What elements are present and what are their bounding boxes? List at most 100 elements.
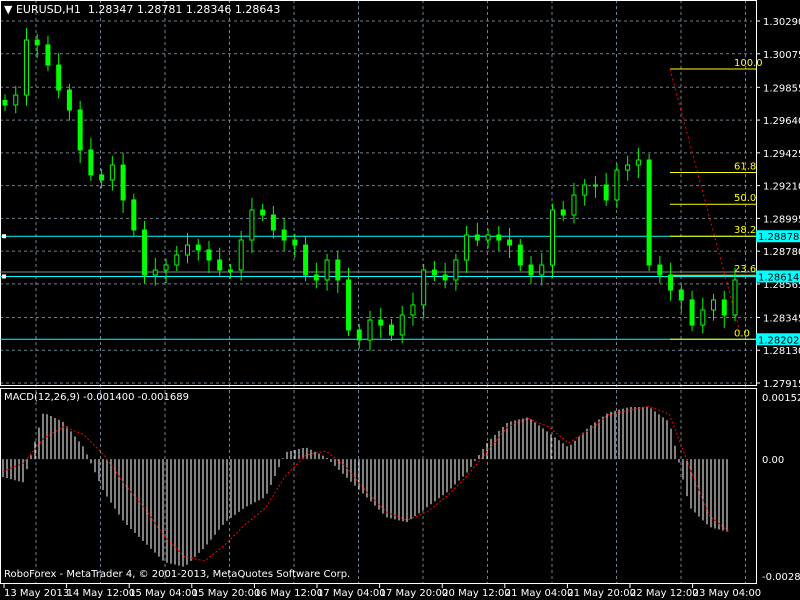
date-tick-label: 13 May 2013 <box>4 588 69 599</box>
candle-body <box>260 209 266 216</box>
price-tick-label: 1.30290 <box>763 17 800 28</box>
fibo-level-label: 23.6 <box>734 264 756 275</box>
price-line-label: 1.28614 <box>758 272 799 283</box>
candle-body <box>238 239 244 271</box>
price-tick-label: 1.28345 <box>763 313 800 324</box>
candle-body <box>507 239 513 246</box>
candle-body <box>592 184 598 187</box>
candle-body <box>356 329 362 341</box>
macd-title: MACD(12,26,9) -0.001400 -0.001689 <box>4 392 189 403</box>
candle-body <box>625 164 631 171</box>
candle-body <box>399 314 405 336</box>
candle-body <box>603 184 609 201</box>
candle-body <box>668 274 674 291</box>
fibo-level-label: 38.2 <box>734 225 756 236</box>
date-tick-label: 14 May 12:00 <box>67 588 136 599</box>
candle-body <box>163 264 169 271</box>
candle-body <box>410 304 416 316</box>
chart-canvas[interactable]: 1.30290 1.30075 1.29855 1.29640 1.29425 1.292… <box>0 0 800 600</box>
candle-body <box>711 299 717 311</box>
date-tick-label: 22 May 12:00 <box>630 588 699 599</box>
candle-body <box>34 39 40 46</box>
candle-body <box>120 164 126 201</box>
date-tick-label: 16 May 12:00 <box>254 588 323 599</box>
candle-body <box>431 269 437 276</box>
candle-body <box>550 209 555 266</box>
candle-body <box>195 244 201 251</box>
copyright-text: RoboForex - MetaTrader 4, © 2001-2013, M… <box>4 569 351 580</box>
candle-body <box>721 299 727 316</box>
candle-body <box>560 209 566 216</box>
candle-body <box>388 324 394 336</box>
symbol-label: EURUSD,H1 <box>15 3 81 16</box>
candle-body <box>131 199 137 231</box>
price-tick-label: 1.28995 <box>763 214 800 225</box>
price-tick-label: 1.28780 <box>763 247 800 258</box>
candle-body <box>378 319 384 326</box>
candle-body <box>281 229 287 241</box>
candle-body <box>99 174 105 181</box>
candle-body <box>539 264 545 276</box>
ohlc-readout: 1.28347 1.28781 1.28346 1.28643 <box>87 3 281 16</box>
candle-body <box>13 94 19 106</box>
price-tick-label: 1.29855 <box>763 83 800 94</box>
candle-body <box>249 209 255 241</box>
candle-body <box>496 234 502 241</box>
candle-body <box>206 249 212 261</box>
date-tick-label: 15 May 20:00 <box>192 588 261 599</box>
candle-body <box>453 259 459 281</box>
fibo-level-label: 61.8 <box>734 162 756 173</box>
date-tick-label: 20 May 12:00 <box>442 588 511 599</box>
candle-body <box>185 244 190 256</box>
price-tick-label: 1.27915 <box>763 379 800 390</box>
macd-tick-label: -0.002871 <box>762 572 800 583</box>
candle-body <box>528 264 534 276</box>
candle-body <box>485 234 491 241</box>
price-tick-label: 1.30075 <box>763 50 800 61</box>
candle-body <box>367 319 373 341</box>
triangle-down-icon[interactable]: ▼ <box>4 3 12 16</box>
candle-body <box>657 264 663 276</box>
candle-body <box>700 309 706 326</box>
candle-body <box>582 184 588 196</box>
candle-body <box>152 269 158 276</box>
candle-body <box>421 269 427 306</box>
candle-body <box>45 44 51 66</box>
candle-body <box>292 239 298 246</box>
macd-tick-label: 0.001527 <box>762 393 800 404</box>
fibo-level-label: 100.0 <box>734 58 763 69</box>
chart-title: ▼ EURUSD,H1 1.28347 1.28781 1.28346 1.28… <box>4 3 280 16</box>
price-tick-label: 1.29210 <box>763 182 800 193</box>
candle-body <box>313 274 319 281</box>
candle-body <box>442 274 448 281</box>
price-tick-label: 1.28130 <box>763 346 800 357</box>
candle-body <box>23 39 29 96</box>
candle-body <box>646 159 652 266</box>
candle-body <box>517 244 523 266</box>
candle-body <box>217 259 223 271</box>
candle-body <box>174 254 180 266</box>
candle-body <box>571 194 577 216</box>
candle-body <box>678 289 684 301</box>
date-tick-label: 21 May 20:00 <box>567 588 636 599</box>
candle-body <box>56 64 62 91</box>
chart-window[interactable]: 1.30290 1.30075 1.29855 1.29640 1.29425 1.292… <box>0 0 800 600</box>
candle-body <box>2 99 8 106</box>
candle-body <box>689 299 695 326</box>
fibo-level-label: 50.0 <box>734 193 756 204</box>
fibo-level-label: 0.0 <box>734 328 750 339</box>
candle-body <box>635 159 641 166</box>
candle-body <box>474 234 480 241</box>
date-tick-label: 21 May 04:00 <box>505 588 574 599</box>
candle-body <box>732 279 738 316</box>
date-tick-label: 15 May 04:00 <box>129 588 198 599</box>
date-tick-label: 23 May 04:00 <box>693 588 762 599</box>
date-tick-label: 17 May 04:00 <box>317 588 386 599</box>
candle-body <box>109 164 115 181</box>
candle-body <box>77 109 83 151</box>
price-tick-label: 1.29640 <box>763 116 800 127</box>
candle-body <box>227 269 233 272</box>
candle-body <box>464 234 470 261</box>
price-line-label: 1.28202 <box>758 335 799 346</box>
price-line-label: 1.28878 <box>758 232 799 243</box>
